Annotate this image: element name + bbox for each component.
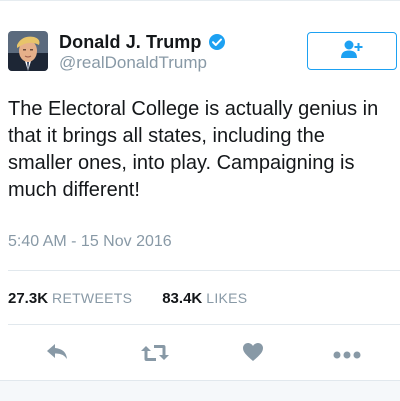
likes-count: 83.4K (162, 290, 203, 307)
retweets-label: RETWEETS (52, 290, 133, 306)
top-divider (0, 0, 400, 1)
tweet-actions (0, 338, 400, 368)
divider (8, 324, 400, 325)
heart-icon[interactable] (242, 342, 264, 367)
handle[interactable]: @realDonaldTrump (59, 53, 207, 73)
tweet-stats: 27.3K RETWEETS 83.4K LIKES (8, 290, 277, 307)
retweet-icon[interactable] (140, 342, 170, 369)
author-name-row: Donald J. Trump (59, 31, 226, 53)
retweets-count: 27.3K (8, 290, 49, 307)
retweets-stat[interactable]: 27.3K RETWEETS (8, 290, 132, 307)
bottom-strip (0, 380, 400, 401)
more-icon[interactable] (333, 347, 361, 365)
verified-badge-icon (208, 33, 226, 51)
tweet-text: The Electoral College is actually genius… (8, 98, 379, 201)
display-name[interactable]: Donald J. Trump (59, 32, 202, 53)
reply-icon[interactable] (45, 342, 69, 367)
follow-button[interactable] (307, 32, 397, 70)
likes-stat[interactable]: 83.4K LIKES (162, 290, 247, 307)
likes-label: LIKES (206, 290, 248, 306)
avatar[interactable] (8, 31, 48, 71)
timestamp[interactable]: 5:40 AM - 15 Nov 2016 (8, 233, 172, 251)
add-user-icon (340, 39, 364, 64)
divider (8, 270, 400, 271)
